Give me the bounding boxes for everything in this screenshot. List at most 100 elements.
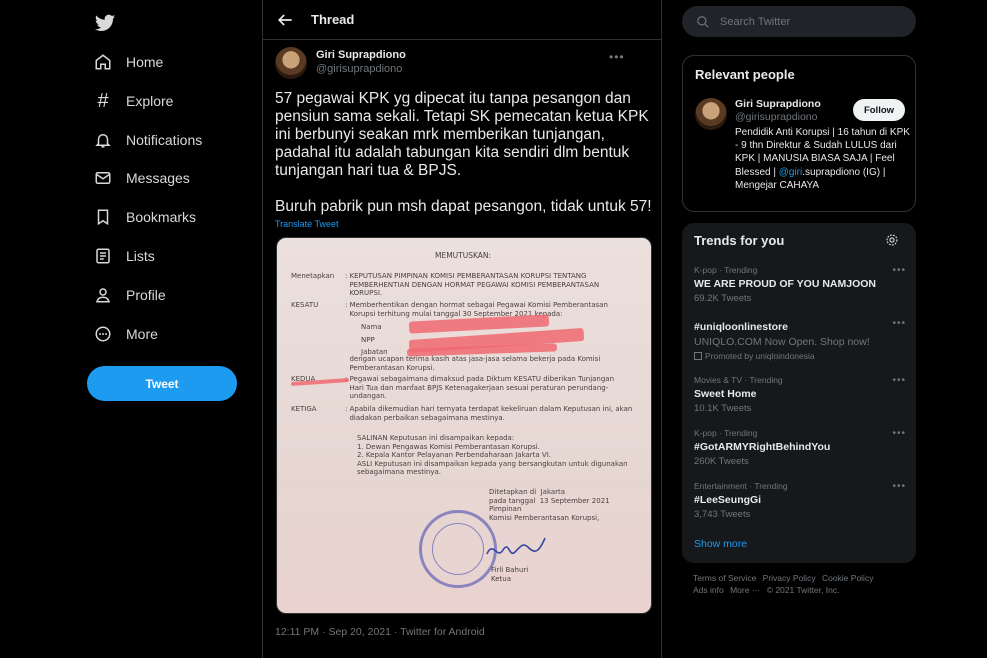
doc-menetapkan-text: : KEPUTUSAN PIMPINAN KOMISI PEMBERANTASA… <box>345 272 600 297</box>
nav-bookmarks-label: Bookmarks <box>126 209 197 225</box>
tweet-button[interactable]: Tweet <box>87 366 237 401</box>
show-more-link[interactable]: Show more <box>694 538 747 550</box>
doc-signer: Firli Bahuri Ketua <box>491 566 529 583</box>
trend-count: 260K Tweets <box>694 456 749 467</box>
trend-count: 69.2K Tweets <box>694 293 752 304</box>
trend-name: Sweet Home <box>694 388 757 400</box>
page-title: Thread <box>311 12 355 27</box>
doc-kedua-text: : Pegawai sebagaimana dimaksud pada Dikt… <box>345 375 615 400</box>
nav-notifications[interactable]: Notifications <box>92 122 202 158</box>
tweet-timestamp[interactable]: 12:11 PM · Sep 20, 2021 · Twitter for An… <box>275 626 485 638</box>
trend-count: 3,743 Tweets <box>694 509 751 520</box>
trend-name: WE ARE PROUD OF YOU NAMJOON <box>694 278 877 290</box>
nav-notifications-label: Notifications <box>126 132 203 148</box>
footer-links: Terms of Service Privacy Policy Cookie P… <box>693 572 893 596</box>
nav-messages[interactable]: Messages <box>92 160 190 196</box>
trends-panel: Trends for you K-pop · Trending WE ARE P… <box>682 223 916 563</box>
doc-ketiga-label: KETIGA <box>291 405 317 413</box>
twitter-logo-icon[interactable] <box>94 12 116 34</box>
search-icon <box>697 15 709 28</box>
tweet-image[interactable]: MEMUTUSKAN: Menetapkan : KEPUTUSAN PIMPI… <box>276 237 652 614</box>
trends-title: Trends for you <box>694 233 785 248</box>
footer-link-more[interactable]: More ··· <box>730 585 760 595</box>
footer-link-ads[interactable]: Ads info <box>693 585 724 595</box>
trend-count: 10.1K Tweets <box>694 403 752 414</box>
trend-meta: Entertainment · Trending <box>694 481 788 491</box>
doc-kesatu-tail: dengan ucapan terima kasih atas jasa-jas… <box>349 355 601 372</box>
nav-bookmarks[interactable]: Bookmarks <box>92 199 196 235</box>
tweet-author[interactable]: Giri Suprapdiono @girisuprapdiono <box>275 47 406 79</box>
more-options-icon[interactable]: ••• <box>609 50 625 64</box>
envelope-icon <box>92 167 114 189</box>
doc-kesatu-text: : Memberhentikan dengan hormat sebagai P… <box>345 301 608 318</box>
back-arrow-icon[interactable] <box>275 10 295 30</box>
home-icon <box>92 51 114 73</box>
author-name[interactable]: Giri Suprapdiono <box>316 49 406 61</box>
nav-more-label: More <box>126 326 158 342</box>
trend-item[interactable]: K-pop · Trending #GotARMYRightBehindYou … <box>694 428 908 467</box>
trend-name: #GotARMYRightBehindYou <box>694 441 831 453</box>
hashtag-icon: # <box>97 89 109 112</box>
trend-name: #LeeSeungGi <box>694 494 762 506</box>
list-icon <box>92 245 114 267</box>
nav-lists[interactable]: Lists <box>92 238 155 274</box>
doc-ketiga-text: : Apabila dikemudian hari ternyata terda… <box>345 405 633 422</box>
promoted-text: Promoted by uniqloindonesia <box>705 351 815 361</box>
relevant-person-handle[interactable]: @girisuprapdiono <box>735 111 817 123</box>
nav-explore-label: Explore <box>126 93 174 109</box>
more-options-icon[interactable]: ••• <box>892 265 906 276</box>
trend-meta: Movies & TV · Trending <box>694 375 783 385</box>
footer-link-cookie[interactable]: Cookie Policy <box>822 573 874 583</box>
left-nav: Home # Explore Notifications Messages Bo… <box>86 0 262 658</box>
bio-mention-link[interactable]: @giri <box>779 167 803 178</box>
nav-home[interactable]: Home <box>92 44 163 80</box>
gear-icon[interactable] <box>885 233 899 247</box>
nav-lists-label: Lists <box>126 248 155 264</box>
decree-document: MEMUTUSKAN: Menetapkan : KEPUTUSAN PIMPI… <box>277 238 651 613</box>
more-options-icon[interactable]: ••• <box>892 318 906 329</box>
trend-meta: K-pop · Trending <box>694 265 758 275</box>
trend-item[interactable]: Movies & TV · Trending Sweet Home 10.1K … <box>694 375 908 414</box>
avatar[interactable] <box>275 47 307 79</box>
search-input[interactable] <box>720 15 900 28</box>
search-bar[interactable] <box>682 6 916 37</box>
doc-kesatu-label: KESATU <box>291 301 319 309</box>
trend-name: #uniqloonlinestore <box>694 321 788 333</box>
tweet-text: 57 pegawai KPK yg dipecat itu tanpa pesa… <box>275 90 652 215</box>
doc-salinan-text: SALINAN Keputusan ini disampaikan kepada… <box>357 434 628 476</box>
doc-heading: MEMUTUSKAN: <box>435 251 492 260</box>
follow-button[interactable]: Follow <box>853 99 905 121</box>
person-icon <box>92 284 114 306</box>
avatar[interactable] <box>695 98 727 130</box>
more-options-icon[interactable]: ••• <box>892 428 906 439</box>
relevant-person-name[interactable]: Giri Suprapdiono <box>735 98 821 110</box>
nav-more[interactable]: More <box>92 316 158 352</box>
trend-item-promoted[interactable]: #uniqloonlinestore UNIQLO.COM Now Open. … <box>694 318 908 361</box>
thread-header: Thread <box>263 0 661 40</box>
relevant-people-title: Relevant people <box>695 67 795 82</box>
doc-nama-label: Nama <box>361 323 382 331</box>
more-options-icon[interactable]: ••• <box>892 375 906 386</box>
doc-menetapkan-label: Menetapkan <box>291 272 335 280</box>
main-column: Thread Giri Suprapdiono @girisuprapdiono… <box>262 0 662 658</box>
nav-explore[interactable]: # Explore <box>92 83 173 119</box>
nav-messages-label: Messages <box>126 170 190 186</box>
doc-npp-label: NPP <box>361 336 375 344</box>
author-handle[interactable]: @girisuprapdiono <box>316 63 406 75</box>
promoted-label: Promoted by uniqloindonesia <box>694 351 908 361</box>
footer-link-privacy[interactable]: Privacy Policy <box>763 573 816 583</box>
nav-profile[interactable]: Profile <box>92 277 166 313</box>
relevant-person-bio: Pendidik Anti Korupsi | 16 tahun di KPK … <box>735 126 911 192</box>
translate-tweet-link[interactable]: Translate Tweet <box>275 219 339 229</box>
trend-item[interactable]: Entertainment · Trending #LeeSeungGi 3,7… <box>694 481 908 520</box>
footer-link-terms[interactable]: Terms of Service <box>693 573 756 583</box>
bookmark-icon <box>92 206 114 228</box>
nav-home-label: Home <box>126 54 164 70</box>
footer-copyright: © 2021 Twitter, Inc. <box>766 585 840 595</box>
doc-ditetapkan-text: Ditetapkan di Jakarta pada tanggal 13 Se… <box>489 488 610 522</box>
trend-description: UNIQLO.COM Now Open. Shop now! <box>694 336 870 348</box>
more-options-icon[interactable]: ••• <box>892 481 906 492</box>
trend-item[interactable]: K-pop · Trending WE ARE PROUD OF YOU NAM… <box>694 265 908 304</box>
nav-profile-label: Profile <box>126 287 166 303</box>
promoted-icon <box>694 352 702 360</box>
